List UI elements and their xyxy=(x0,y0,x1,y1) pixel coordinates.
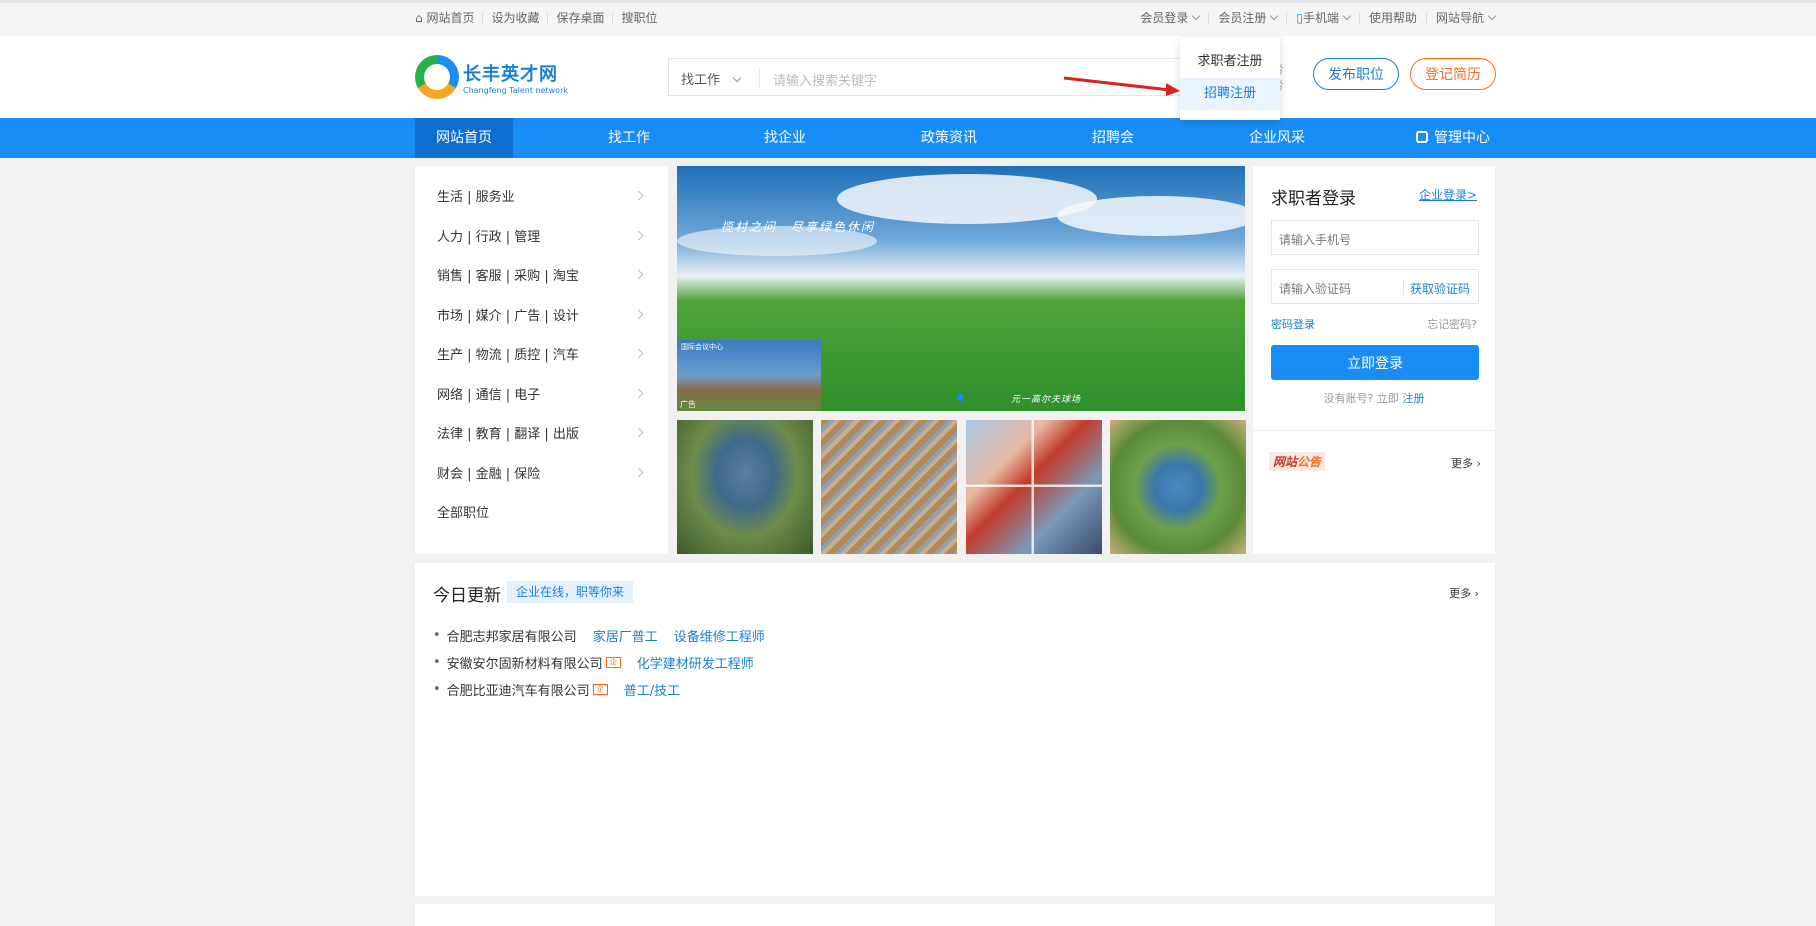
register-dropdown: 求职者注册 招聘注册 xyxy=(1180,38,1280,120)
banner-carousel[interactable]: 揽村之问 尽享绿色休闲 国际会议中心 广告 元一高尔夫球场 xyxy=(677,166,1245,411)
category-item[interactable]: 人力 | 行政 | 管理 xyxy=(415,216,668,256)
logo-icon xyxy=(415,55,459,99)
register-resume-button[interactable]: 登记简历 xyxy=(1410,58,1496,90)
site-nav-menu[interactable]: 网站导航 xyxy=(1427,11,1497,24)
chevron-right-icon xyxy=(633,190,644,201)
banner-inset-image: 国际会议中心 xyxy=(677,340,821,411)
top-bar-right: 会员登录 会员注册 ▯手机端 使用帮助 网站导航 xyxy=(1131,11,1497,25)
register-link[interactable]: 注册 xyxy=(1402,392,1424,405)
next-section-card xyxy=(415,904,1495,926)
get-code-button[interactable]: 获取验证码 xyxy=(1410,280,1470,297)
top-link-save-desktop[interactable]: 保存桌面 xyxy=(548,12,614,24)
nav-job-fair[interactable]: 招聘会 xyxy=(1064,118,1162,158)
carousel-dot[interactable] xyxy=(957,394,964,401)
category-item[interactable]: 网络 | 通信 | 电子 xyxy=(415,374,668,414)
no-account-text: 没有账号? 立即 注册 xyxy=(1323,392,1425,405)
chevron-down-icon xyxy=(1192,11,1201,21)
chevron-right-icon xyxy=(633,230,644,241)
red-arrow-annotation xyxy=(1063,76,1180,96)
thumbnail-image[interactable] xyxy=(677,420,813,554)
login-submit-button[interactable]: 立即登录 xyxy=(1271,345,1479,380)
category-item[interactable]: 生活 | 服务业 xyxy=(415,176,668,216)
code-input[interactable]: 请输入验证码 获取验证码 xyxy=(1271,269,1479,304)
top-bar-left: ⌂ 网站首页 设为收藏 保存桌面 搜职位 xyxy=(415,12,666,24)
chevron-down-icon xyxy=(1487,11,1497,21)
main-nav: 网站首页 找工作 找企业 政策资讯 招聘会 企业风采 管理中心 xyxy=(0,118,1816,158)
thumbnail-image[interactable] xyxy=(821,420,957,554)
gear-icon xyxy=(1416,131,1428,143)
chevron-down-icon xyxy=(1270,11,1279,21)
notice-more-link[interactable]: 更多 › xyxy=(1451,455,1481,471)
job-category-list: 生活 | 服务业 人力 | 行政 | 管理 销售 | 客服 | 采购 | 淘宝 … xyxy=(415,166,668,554)
banner-caption: 元一高尔夫球场 xyxy=(1011,395,1082,405)
job-link[interactable]: 普工/技工 xyxy=(624,684,680,699)
header: 长丰英才网 Changfeng Talent network 找工作 请输入搜索… xyxy=(0,36,1816,118)
ad-label: 广告 xyxy=(680,400,696,409)
category-item[interactable]: 市场 | 媒介 | 广告 | 设计 xyxy=(415,295,668,335)
logo-title: 长丰英才网 xyxy=(463,63,558,85)
nav-home[interactable]: 网站首页 xyxy=(415,118,513,158)
member-login-menu[interactable]: 会员登录 xyxy=(1131,11,1210,24)
company-link[interactable]: 合肥比亚迪汽车有限公司 xyxy=(447,680,590,699)
verified-badge: 企 xyxy=(592,684,608,695)
site-notice-badge: 网站公告 xyxy=(1269,452,1326,471)
company-link[interactable]: 安徽安尔固新材料有限公司 xyxy=(447,653,603,672)
chevron-right-icon xyxy=(633,388,644,399)
search-input[interactable]: 请输入搜索关键字 xyxy=(773,70,877,89)
job-link[interactable]: 设备维修工程师 xyxy=(674,630,765,645)
category-item[interactable]: 销售 | 客服 | 采购 | 淘宝 xyxy=(415,255,668,295)
chevron-right-icon xyxy=(633,348,644,359)
section-tag: 企业在线，职等你来 xyxy=(507,581,634,603)
banner-slogan: 揽村之问 尽享绿色休闲 xyxy=(721,220,876,234)
list-item: • 合肥比亚迪汽车有限公司 企 普工/技工 xyxy=(433,680,681,699)
category-all[interactable]: 全部职位 xyxy=(415,492,668,532)
password-login-link[interactable]: 密码登录 xyxy=(1271,316,1315,332)
job-link[interactable]: 化学建材研发工程师 xyxy=(637,657,754,672)
login-panel: 求职者登录 企业登录> 请输入手机号 请输入验证码 获取验证码 密码登录 忘记密… xyxy=(1253,166,1495,554)
top-link-favorite[interactable]: 设为收藏 xyxy=(483,12,549,24)
list-item: • 安徽安尔固新材料有限公司 企 化学建材研发工程师 xyxy=(433,653,754,672)
section-title: 今日更新 xyxy=(433,586,501,606)
home-icon: ⌂ xyxy=(415,11,427,25)
job-link[interactable]: 家居厂普工 xyxy=(593,630,658,645)
thumbnail-image[interactable] xyxy=(1110,420,1246,554)
enterprise-login-link[interactable]: 企业登录> xyxy=(1419,186,1477,203)
top-bar: ⌂ 网站首页 设为收藏 保存桌面 搜职位 会员登录 会员注册 ▯手机端 使用帮助… xyxy=(0,0,1816,36)
logo-subtitle: Changfeng Talent network xyxy=(463,85,568,95)
thumbnail-image[interactable] xyxy=(966,420,1102,554)
chevron-down-icon xyxy=(732,73,742,83)
help-link[interactable]: 使用帮助 xyxy=(1360,12,1427,24)
chevron-right-icon xyxy=(633,309,644,320)
mobile-icon: ▯ xyxy=(1296,11,1303,25)
chevron-right-icon xyxy=(633,427,644,438)
top-link-search-jobs[interactable]: 搜职位 xyxy=(613,12,665,24)
chevron-right-icon xyxy=(633,269,644,280)
nav-find-job[interactable]: 找工作 xyxy=(580,118,678,158)
dropdown-item-jobseeker-register[interactable]: 求职者注册 xyxy=(1180,46,1280,78)
nav-policy-news[interactable]: 政策资讯 xyxy=(900,118,998,158)
dropdown-item-recruiter-register[interactable]: 招聘注册 xyxy=(1180,78,1280,110)
search-category-select[interactable]: 找工作 xyxy=(681,69,742,88)
category-item[interactable]: 法律 | 教育 | 翻译 | 出版 xyxy=(415,413,668,453)
category-item[interactable]: 财会 | 金融 | 保险 xyxy=(415,453,668,493)
site-logo[interactable]: 长丰英才网 Changfeng Talent network xyxy=(415,54,575,100)
category-item[interactable]: 生产 | 物流 | 质控 | 汽车 xyxy=(415,334,668,374)
nav-admin-center[interactable]: 管理中心 xyxy=(1398,118,1508,158)
nav-company-showcase[interactable]: 企业风采 xyxy=(1228,118,1326,158)
nav-find-company[interactable]: 找企业 xyxy=(736,118,834,158)
chevron-down-icon xyxy=(1342,11,1352,21)
phone-input[interactable]: 请输入手机号 xyxy=(1271,220,1479,255)
chevron-right-icon xyxy=(633,467,644,478)
forgot-password-link[interactable]: 忘记密码? xyxy=(1427,316,1477,332)
login-title: 求职者登录 xyxy=(1271,189,1356,209)
verified-badge: 企 xyxy=(605,657,621,668)
member-register-menu[interactable]: 会员注册 xyxy=(1209,11,1288,24)
post-job-button[interactable]: 发布职位 xyxy=(1313,58,1399,90)
today-more-link[interactable]: 更多 › xyxy=(1449,585,1479,601)
company-link[interactable]: 合肥志邦家居有限公司 xyxy=(447,626,577,645)
today-updates: 今日更新 企业在线，职等你来 更多 › • 合肥志邦家居有限公司 家居厂普工 设备… xyxy=(415,563,1495,896)
list-item: • 合肥志邦家居有限公司 家居厂普工 设备维修工程师 xyxy=(433,626,765,645)
mobile-menu[interactable]: ▯手机端 xyxy=(1287,11,1360,25)
top-link-home[interactable]: ⌂ 网站首页 xyxy=(415,11,484,25)
